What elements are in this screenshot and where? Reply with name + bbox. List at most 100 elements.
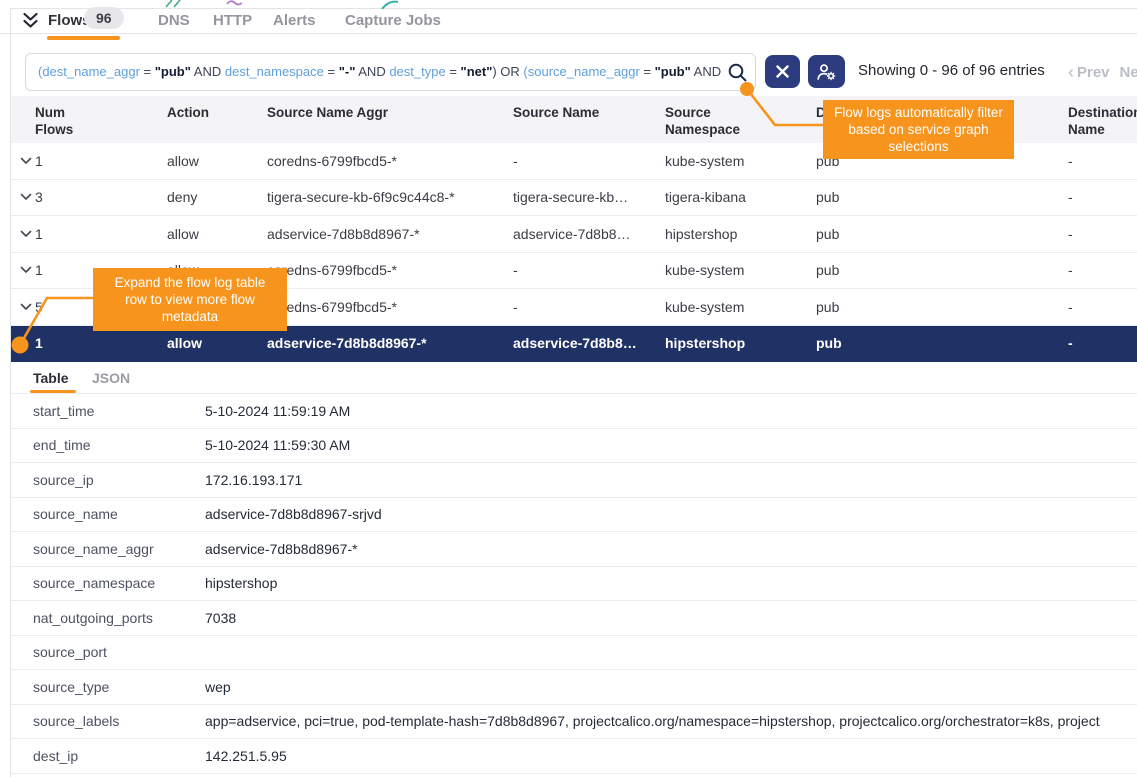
cell-destination-name: -: [1068, 153, 1073, 169]
cell-dest-name-aggr: pub: [816, 335, 842, 351]
close-icon: [776, 65, 789, 78]
filter-query-input[interactable]: (dest_name_aggr = "pub" AND dest_namespa…: [25, 53, 756, 91]
filter-callout-tooltip: Flow logs automatically filter based on …: [823, 100, 1014, 159]
detail-field-value: app=adservice, pci=true, pod-template-ha…: [205, 713, 1137, 729]
tab-dns[interactable]: DNS: [158, 12, 190, 29]
detail-field-value: 5-10-2024 11:59:19 AM: [205, 403, 1137, 419]
detail-field-key: source_ip: [33, 472, 94, 488]
cell-destination-name: -: [1068, 335, 1073, 351]
detail-field-key: end_time: [33, 437, 91, 453]
detail-field-row: source_name_aggr adservice-7d8b8d8967-*: [11, 532, 1137, 567]
detail-field-key: start_time: [33, 403, 94, 419]
detail-field-key: source_name: [33, 506, 118, 522]
expand-row-chevron-icon[interactable]: [20, 157, 32, 165]
cell-action: deny: [167, 189, 197, 205]
detail-field-value: 5-10-2024 11:59:30 AM: [205, 437, 1137, 453]
cell-source-name: -: [513, 299, 518, 315]
user-settings-button[interactable]: [808, 55, 845, 88]
cell-source-namespace: hipstershop: [665, 226, 737, 242]
filter-query-text: (dest_name_aggr = "pub" AND dest_namespa…: [38, 54, 723, 90]
expand-row-chevron-icon[interactable]: [20, 230, 32, 238]
column-header-num-flows[interactable]: Num Flows: [35, 104, 95, 138]
detail-tab-table[interactable]: Table: [33, 370, 69, 386]
cell-source-namespace: kube-system: [665, 299, 744, 315]
cell-destination-name: -: [1068, 226, 1073, 242]
flow-table-row[interactable]: 3 deny tigera-secure-kb-6f9c9c44c8-* tig…: [11, 180, 1137, 217]
cell-num-flows: 1: [35, 262, 43, 278]
cell-num-flows: 1: [35, 335, 43, 351]
detail-field-key: dest_ip: [33, 748, 78, 764]
detail-field-value: adservice-7d8b8d8967-srjvd: [205, 506, 1137, 522]
column-header-source-name-aggr[interactable]: Source Name Aggr: [267, 104, 467, 121]
cell-source-name: adservice-7d8b8…: [513, 226, 631, 242]
next-button[interactable]: Next: [1120, 64, 1137, 81]
cell-action: allow: [167, 335, 202, 351]
cell-action: allow: [167, 226, 199, 242]
expand-row-chevron-icon[interactable]: [20, 266, 32, 274]
prev-chevron-icon[interactable]: ‹: [1068, 62, 1074, 82]
clear-filter-button[interactable]: [765, 55, 800, 88]
detail-field-key: source_name_aggr: [33, 541, 154, 557]
detail-field-value: 142.251.5.95: [205, 748, 1137, 764]
detail-field-row: nat_outgoing_ports 7038: [11, 601, 1137, 636]
cell-action: allow: [167, 153, 199, 169]
detail-field-row: dest_ip 142.251.5.95: [11, 739, 1137, 774]
tabbar-bottom-border: [0, 33, 1137, 34]
detail-field-row: source_name adservice-7d8b8d8967-srjvd: [11, 498, 1137, 533]
entries-summary: Showing 0 - 96 of 96 entries: [858, 62, 1045, 79]
cell-source-name-aggr: adservice-7d8b8d8967-*: [267, 335, 427, 351]
detail-field-row: source_namespace hipstershop: [11, 567, 1137, 602]
flow-table-row[interactable]: 1 allow adservice-7d8b8d8967-* adservice…: [11, 216, 1137, 253]
detail-field-key: source_labels: [33, 713, 119, 729]
panel-top-border: [10, 8, 1137, 9]
prev-button[interactable]: Prev: [1077, 64, 1110, 81]
detail-field-row: start_time 5-10-2024 11:59:19 AM: [11, 394, 1137, 429]
tab-capture-jobs[interactable]: Capture Jobs: [345, 12, 441, 29]
row-detail-fields: start_time 5-10-2024 11:59:19 AM end_tim…: [11, 393, 1137, 774]
cell-destination-name: -: [1068, 262, 1073, 278]
cell-source-name: -: [513, 262, 518, 278]
cell-destination-name: -: [1068, 189, 1073, 205]
user-gear-icon: [816, 63, 837, 81]
tab-http[interactable]: HTTP: [213, 12, 252, 29]
flow-logs-panel: Flows 96 DNS HTTP Alerts Capture Jobs (d…: [0, 0, 1137, 777]
column-header-destination-name[interactable]: Destination Name: [1068, 104, 1137, 138]
row-detail-tab-bar: Table JSON: [0, 362, 1137, 393]
cell-source-namespace: kube-system: [665, 262, 744, 278]
detail-field-value: wep: [205, 679, 1137, 695]
cell-num-flows: 5: [35, 299, 43, 315]
detail-field-value: 7038: [205, 610, 1137, 626]
cell-num-flows: 1: [35, 226, 43, 242]
expand-row-chevron-icon[interactable]: [20, 303, 32, 311]
cell-source-namespace: kube-system: [665, 153, 744, 169]
cell-dest-name-aggr: pub: [816, 189, 839, 205]
detail-field-row: source_labels app=adservice, pci=true, p…: [11, 705, 1137, 740]
column-header-source-namespace[interactable]: Source Namespace: [665, 104, 757, 138]
cell-dest-name-aggr: pub: [816, 226, 839, 242]
detail-tab-json[interactable]: JSON: [92, 370, 130, 386]
cell-dest-name-aggr: pub: [816, 299, 839, 315]
cell-source-name-aggr: coredns-6799fbcd5-*: [267, 153, 397, 169]
search-icon[interactable]: [727, 62, 748, 83]
detail-field-row: end_time 5-10-2024 11:59:30 AM: [11, 429, 1137, 464]
log-type-tab-bar: Flows 96 DNS HTTP Alerts Capture Jobs: [0, 10, 1137, 34]
tab-alerts[interactable]: Alerts: [273, 12, 316, 29]
cell-source-name-aggr: adservice-7d8b8d8967-*: [267, 226, 420, 242]
expand-row-chevron-icon[interactable]: [20, 193, 32, 201]
detail-field-value: 172.16.193.171: [205, 472, 1137, 488]
cell-source-name: -: [513, 153, 518, 169]
column-header-source-name[interactable]: Source Name: [513, 104, 653, 121]
column-header-action[interactable]: Action: [167, 104, 267, 121]
cell-dest-name-aggr: pub: [816, 262, 839, 278]
detail-field-key: nat_outgoing_ports: [33, 610, 153, 626]
collapse-panel-icon[interactable]: [22, 12, 39, 29]
cell-source-namespace: hipstershop: [665, 335, 745, 351]
pagination: ‹PrevNext›: [1068, 62, 1137, 83]
flows-count-badge: 96: [84, 7, 124, 29]
cell-num-flows: 1: [35, 153, 43, 169]
detail-field-key: source_port: [33, 644, 107, 660]
cell-source-name: adservice-7d8b8…: [513, 335, 637, 351]
detail-field-value: hipstershop: [205, 575, 1137, 591]
detail-field-row: source_type wep: [11, 670, 1137, 705]
detail-field-key: source_type: [33, 679, 109, 695]
